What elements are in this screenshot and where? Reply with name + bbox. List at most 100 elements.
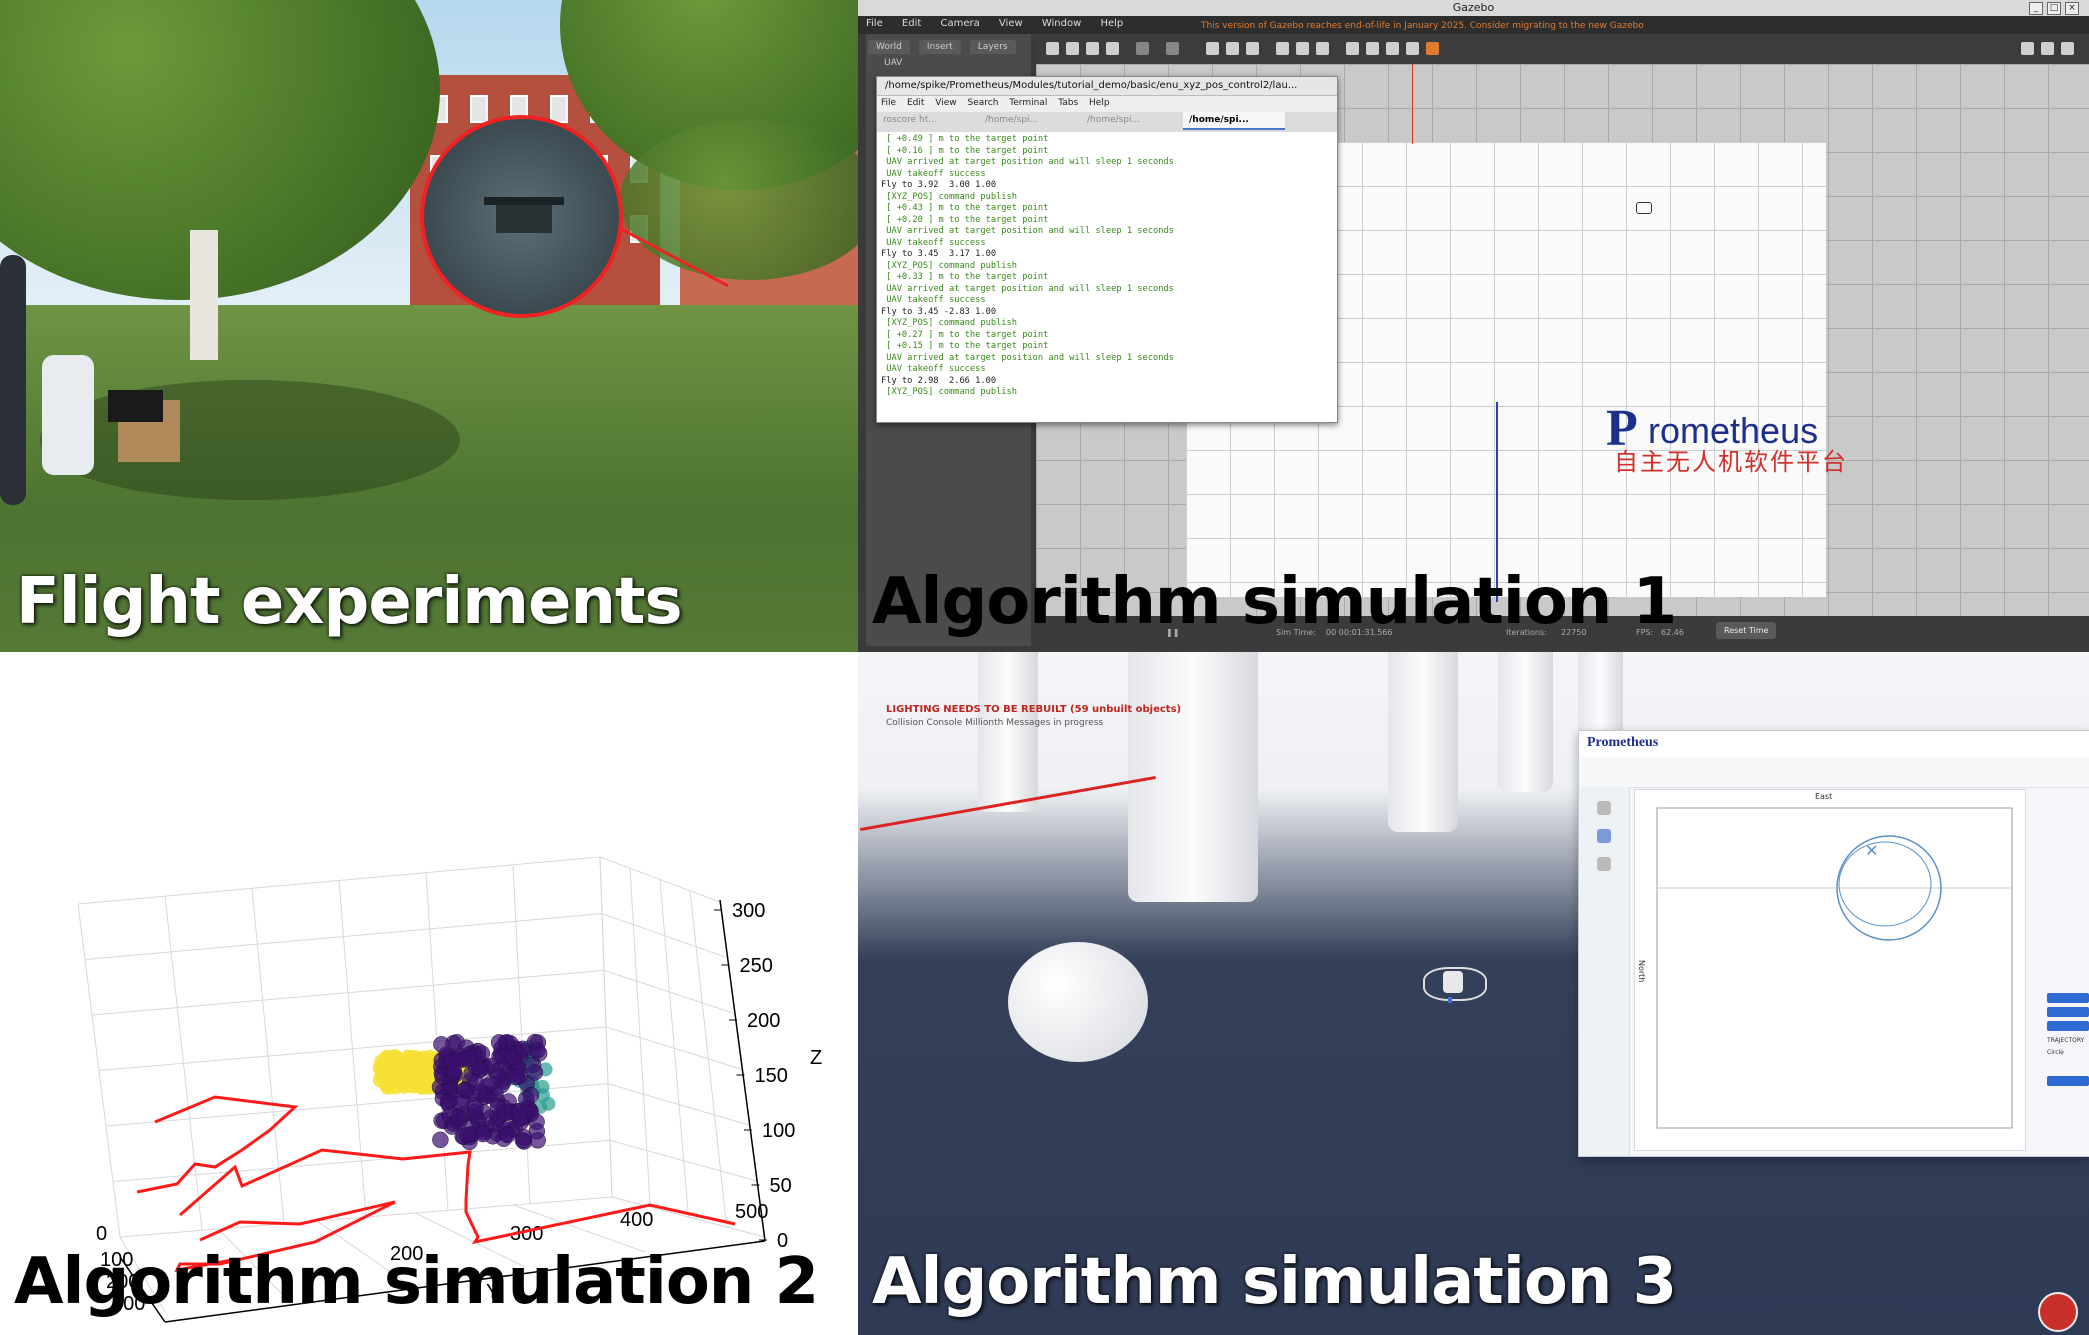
point-light-icon[interactable] (1276, 42, 1289, 55)
scatter-point (445, 1063, 463, 1080)
translate-tool-icon[interactable] (1066, 42, 1079, 55)
eol-notice[interactable]: This version of Gazebo reaches end-of-li… (1193, 19, 1652, 31)
screenshot-icon[interactable] (2021, 42, 2034, 55)
terminal-line: [ +0.43 ] m to the target point (881, 203, 1049, 213)
term-menu-tabs[interactable]: Tabs (1054, 96, 1082, 110)
ground-station-sidebar (1579, 787, 1630, 1156)
term-menu-terminal[interactable]: Terminal (1005, 96, 1051, 110)
sphere-obstacle (1008, 942, 1148, 1062)
terminal-line: UAV takeoff success (881, 168, 986, 179)
terminal-output[interactable]: [ +0.49 ] m to the target point [ +0.16 … (877, 132, 1337, 401)
scatter-point (514, 1040, 531, 1058)
snap-icon[interactable] (1406, 42, 1419, 55)
paste-icon[interactable] (1366, 42, 1379, 55)
minimize-button[interactable]: _ (2029, 2, 2043, 15)
sidebar-icon[interactable] (1597, 801, 1611, 815)
term-menu-view[interactable]: View (931, 96, 960, 110)
trajectory-type[interactable]: Circle (2047, 1049, 2064, 1056)
tab-world[interactable]: World (868, 40, 910, 54)
reset-time-button[interactable]: Reset Time (1716, 622, 1777, 639)
scatter-point (490, 1034, 508, 1051)
close-button[interactable]: × (2065, 2, 2079, 15)
sidebar-icon[interactable] (1597, 829, 1611, 843)
select-tool-icon[interactable] (1046, 42, 1059, 55)
undo-icon[interactable] (1136, 42, 1149, 55)
scatter-point (541, 1096, 556, 1111)
telemetry-panel (2034, 789, 2088, 1009)
align-icon[interactable] (1386, 42, 1399, 55)
person-sitting (42, 355, 94, 475)
scale-tool-icon[interactable] (1106, 42, 1119, 55)
menu-window[interactable]: Window (1034, 16, 1089, 29)
caption-sim3: Algorithm simulation 3 (872, 1245, 1677, 1319)
tree-trunk (190, 230, 218, 360)
terminal-line: UAV takeoff success (881, 295, 986, 305)
rotate-tool-icon[interactable] (1086, 42, 1099, 55)
plot-icon[interactable] (2061, 42, 2074, 55)
terminal-line: [ +0.15 ] m to the target point (881, 341, 1049, 351)
spot-light-icon[interactable] (1296, 42, 1309, 55)
scatter-point (432, 1131, 449, 1149)
world-item-uav[interactable]: UAV (866, 54, 1031, 72)
term-menu-edit[interactable]: Edit (903, 96, 928, 110)
terminal-line: [ +0.16 ] m to the target point (881, 145, 1049, 156)
plot-svg: 300250200150100500Z200300400 500Y01002003… (77, 856, 822, 1323)
laptop (108, 390, 163, 422)
trajectory-label: TRAJECTORY (2047, 1037, 2085, 1044)
scatter-point (517, 1090, 535, 1108)
redo-icon[interactable] (1166, 42, 1179, 55)
unreal-simulation: LIGHTING NEEDS TO BE REBUILT (59 unbuilt… (858, 652, 2089, 1335)
menu-view[interactable]: View (991, 16, 1031, 29)
term-menu-file[interactable]: File (877, 96, 900, 110)
scatter-point (489, 1067, 507, 1085)
sphere-shape-icon[interactable] (1226, 42, 1239, 55)
terminal-line: UAV arrived at target position and will … (881, 226, 1174, 236)
tab-insert[interactable]: Insert (918, 40, 961, 54)
box-shape-icon[interactable] (1206, 42, 1219, 55)
terminal-window: /home/spike/Prometheus/Modules/tutorial_… (876, 76, 1338, 423)
scatter-point (495, 1104, 513, 1122)
z-tick-label: 300 (732, 900, 765, 922)
record-button[interactable] (2038, 1292, 2078, 1332)
terminal-line: UAV arrived at target position and will … (881, 283, 1174, 294)
terminal-tab[interactable]: roscore ht... (877, 112, 979, 128)
grid-line (659, 879, 689, 1218)
terminal-line: UAV arrived at target position and will … (881, 352, 1174, 363)
term-menu-help[interactable]: Help (1085, 96, 1114, 110)
terminal-line: [ +0.20 ] m to the target point (881, 214, 1049, 225)
tab-layers[interactable]: Layers (969, 40, 1016, 54)
start-button[interactable] (2047, 1076, 2089, 1086)
y-tick-label: 400 (620, 1209, 653, 1231)
z-tick-label: 100 (762, 1120, 795, 1142)
menu-camera[interactable]: Camera (932, 16, 987, 29)
terminal-tab[interactable]: /home/spi... (1081, 112, 1183, 128)
change-view-icon[interactable] (1426, 42, 1439, 55)
terminal-line: UAV arrived at target position and will … (881, 157, 1174, 167)
terminal-line: [XYZ_POS] command publish (881, 191, 1017, 202)
menu-edit[interactable]: Edit (894, 16, 929, 29)
panel-button[interactable] (2047, 993, 2089, 1003)
scatter-point (467, 1074, 484, 1091)
terminal-tab-active[interactable]: /home/spi... (1183, 112, 1285, 130)
sidebar-icon[interactable] (1597, 857, 1611, 871)
gazebo-titlebar: Gazebo _ □ × (858, 0, 2089, 16)
ground-station-logo: Prometheus (1587, 735, 1659, 750)
scatter-point (459, 1126, 476, 1144)
trajectory-chart[interactable]: East North ✕ (1634, 789, 2026, 1151)
cylinder-shape-icon[interactable] (1246, 42, 1259, 55)
panel-button[interactable] (2047, 1007, 2089, 1017)
term-menu-search[interactable]: Search (963, 96, 1002, 110)
menu-file[interactable]: File (858, 16, 891, 29)
terminal-menubar: File Edit View Search Terminal Tabs Help (877, 96, 1337, 112)
uav-model[interactable] (1636, 202, 1652, 214)
copy-icon[interactable] (1346, 42, 1359, 55)
panel-button[interactable] (2047, 1021, 2089, 1031)
terminal-line: [XYZ_POS] command publish (881, 318, 1017, 328)
terminal-tab[interactable]: /home/spi... (979, 112, 1081, 128)
terminal-line: Fly to 3.45 3.17 1.00 (881, 249, 997, 259)
menu-help[interactable]: Help (1092, 16, 1131, 29)
directional-light-icon[interactable] (1316, 42, 1329, 55)
log-icon[interactable] (2041, 42, 2054, 55)
maximize-button[interactable]: □ (2047, 2, 2061, 15)
gazebo-window: Gazebo _ □ × File Edit Camera View Windo… (858, 0, 2089, 652)
